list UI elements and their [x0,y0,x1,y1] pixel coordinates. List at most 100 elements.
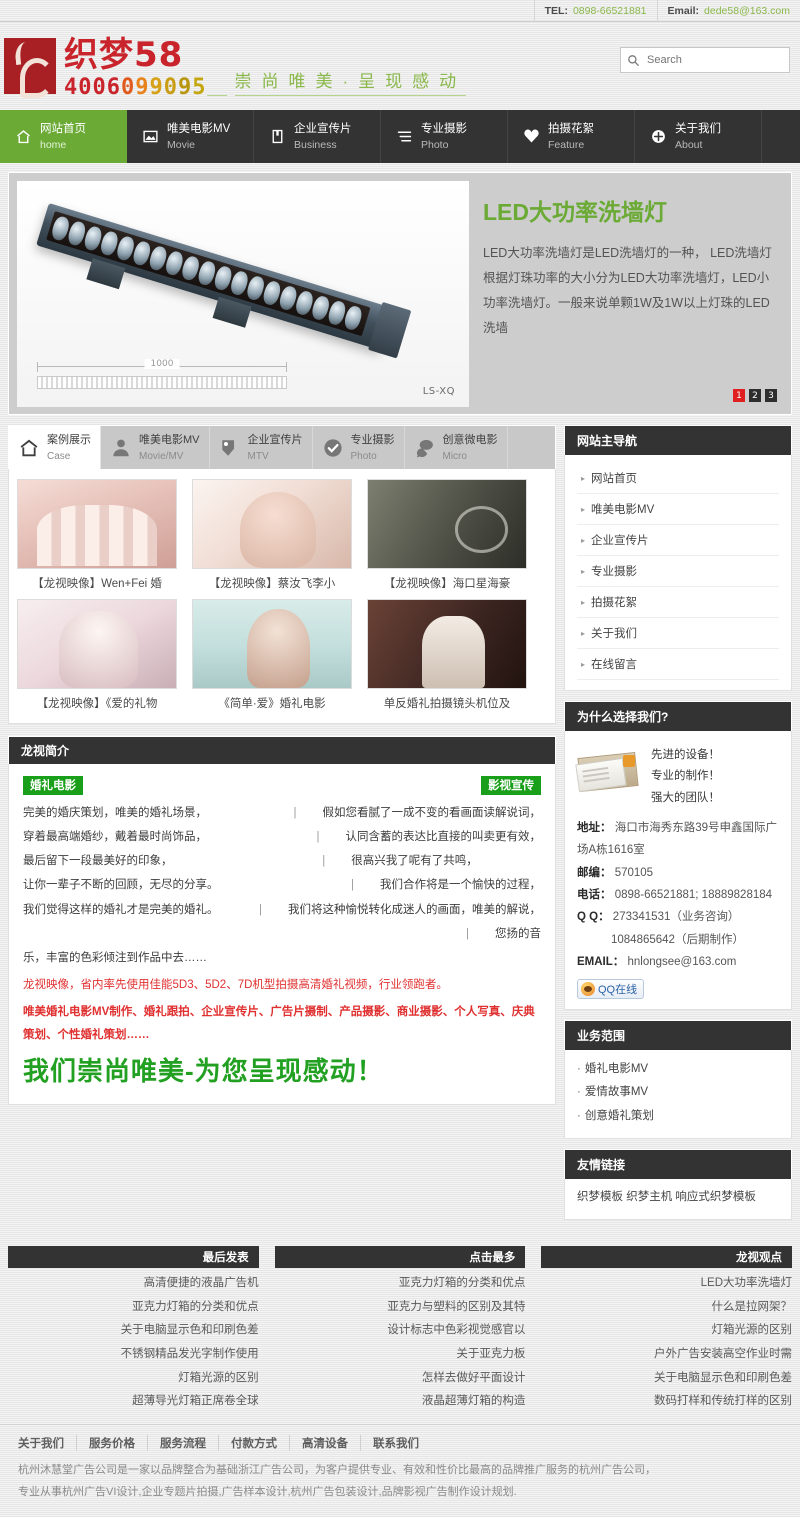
nav-item-label-en: Business [294,138,337,151]
footer-link[interactable]: 关于我们 [10,1434,77,1451]
business-scope-item[interactable]: 创意婚礼策划 [577,1105,779,1129]
gallery-card[interactable]: 单反婚礼拍摄镜头机位及 [367,599,527,711]
footer-link[interactable]: 服务价格 [77,1434,148,1451]
bottom-column-item[interactable]: 关于亚克力板 [275,1343,525,1367]
tab-label-en: Photo [350,450,377,462]
gallery-thumbnail[interactable] [17,479,177,569]
logo-phone-digit: 0 [78,74,93,100]
gallery-thumbnail[interactable] [192,479,352,569]
bottom-column-item[interactable]: 灯箱光源的区别 [8,1367,259,1391]
bottom-column-item[interactable]: 超薄导光灯箱正席卷全球 [8,1390,259,1414]
gallery-thumbnail[interactable] [17,599,177,689]
sidebar-nav-item[interactable]: ▸ 网站首页 [577,463,779,494]
qq-online-button[interactable]: QQ在线 [577,978,645,999]
contact-info-row: Q Q： 273341531（业务咨询） [577,906,779,928]
bottom-column-item[interactable]: 设计标志中色彩视觉感官以 [275,1319,525,1343]
gallery-card[interactable]: 【龙视映像】《爱的礼物 [17,599,177,711]
tab-label-cn: 案例展示 [47,433,91,446]
footer-link[interactable]: 联系我们 [361,1435,431,1451]
bottom-column-item[interactable]: 亚克力灯箱的分类和优点 [8,1296,259,1320]
contact-info-key: Q Q： [577,911,610,924]
bottom-column-item[interactable]: 怎样去做好平面设计 [275,1367,526,1391]
gallery-card[interactable]: 【龙视映像】蔡汝飞李小 [192,479,352,591]
search-input[interactable] [647,54,789,66]
intro-tail-line: 乐，丰富的色彩倾注到作品中去…… [23,951,207,964]
chevron-right-icon: ▸ [581,566,586,576]
bottom-column-item[interactable]: 亚克力与塑料的区别及其特 [275,1296,525,1320]
intro-left-line: 让你一辈子不断的回顾，无尽的分享。 [23,879,219,892]
gallery-card[interactable]: 【龙视映像】Wen+Fei 婚 [17,479,177,591]
nav-item-about[interactable]: 关于我们 About [635,110,762,163]
sidebar-nav-label: 在线留言 [591,659,638,671]
sidebar-why-title: 为什么选择我们? [564,701,792,731]
business-scope-item[interactable]: 婚礼电影MV [577,1058,779,1082]
bottom-column-item[interactable]: 灯箱光源的区别 [541,1319,793,1343]
friend-links-text[interactable]: 织梦模板 织梦主机 响应式织梦模板 [577,1187,779,1209]
bottom-column-item[interactable]: 液晶超薄灯箱的构造 [275,1390,526,1414]
nav-item-home[interactable]: 网站首页 home [0,110,127,163]
logo-mark-icon [4,38,56,99]
logo-phone-digit: 9 [149,74,164,100]
search-icon [627,54,640,67]
bottom-column-item[interactable]: 不锈钢精品发光字制作使用 [8,1343,259,1367]
sidebar-links-body: 织梦模板 织梦主机 响应式织梦模板 [564,1179,792,1221]
gallery-thumbnail[interactable] [192,599,352,689]
nav-item-photo[interactable]: 专业摄影 Photo [381,110,508,163]
dimension-strip [37,376,287,389]
intro-section-body: 婚礼电影 完美的婚庆策划，唯美的婚礼场景， 穿着最高端婚纱，戴着最时尚饰品， 最后留… [8,764,556,1105]
gallery-card[interactable]: 【龙视映像】海口星海豪 [367,479,527,591]
footer-link[interactable]: 付款方式 [219,1434,290,1451]
tab-labels: 企业宣传片 MTV [248,432,303,463]
business-scope-item[interactable]: 爱情故事MV [577,1081,779,1105]
bottom-column-item[interactable]: 高清便捷的液晶广告机 [8,1272,259,1296]
gallery-thumbnail[interactable] [367,599,527,689]
chevron-right-icon: ▸ [581,659,586,669]
tab-label-en: Movie/MV [139,450,184,462]
tab-photo[interactable]: 专业摄影 Photo [313,426,405,469]
tab-case[interactable]: 案例展示 Case [9,426,101,469]
gallery-thumbnail[interactable] [367,479,527,569]
intro-right-line: | 我们合作将是一个愉快的过程， [351,879,541,892]
sidebar-nav-item[interactable]: ▸ 拍摄花絮 [577,587,779,618]
pin-icon [219,437,241,459]
nav-item-movie[interactable]: 唯美电影MV Movie [127,110,254,163]
bottom-column-item[interactable]: 关于电脑显示色和印刷色差 [8,1319,259,1343]
bottom-column: 点击最多 亚克力灯箱的分类和优点 亚克力与塑料的区别及其特 设计标志中色彩视觉感官以关… [274,1246,526,1414]
bottom-column-item[interactable]: 户外广告安装高空作业时需 [541,1343,792,1367]
footer-link[interactable]: 服务流程 [148,1434,219,1451]
bottom-column-item[interactable]: LED大功率洗墙灯 [541,1272,792,1296]
top-tel-value: 0898-66521881 [572,4,647,17]
bottom-column-item[interactable]: 亚克力灯箱的分类和优点 [275,1272,526,1296]
banner-dot-3[interactable]: 3 [765,389,777,402]
nav-item-label-cn: 关于我们 [675,123,721,136]
footer-link[interactable]: 高清设备 [290,1434,361,1451]
nav-item-business[interactable]: 企业宣传片 Business [254,110,381,163]
tab-micro[interactable]: 创意微电影 Micro [405,426,508,469]
sidebar-nav-item[interactable]: ▸ 企业宣传片 [577,525,779,556]
nav-item-labels: 网站首页 home [40,121,86,152]
site-logo[interactable]: 织梦58 4006099095 [0,32,207,100]
case-gallery-grid: 【龙视映像】Wen+Fei 婚 【龙视映像】蔡汝飞李小 【龙视映像】海口星海豪【龙视… [17,479,547,711]
bottom-column-item[interactable]: 什么是拉网架？ [541,1296,793,1320]
sidebar-nav-label: 专业摄影 [591,566,638,578]
intro-right-line: | 很高兴我了呢有了共鸣， [322,855,478,868]
search-box[interactable] [620,47,790,73]
dimension-label: 1000 [144,359,180,369]
sidebar-links-title: 友情链接 [564,1149,792,1180]
banner-dot-1[interactable]: 1 [733,389,745,402]
bottom-column-item[interactable]: 数码打样和传统打样的区别 [541,1390,792,1414]
tab-movie-mv[interactable]: 唯美电影MV Movie/MV [101,426,210,469]
case-gallery-panel: 【龙视映像】Wen+Fei 婚 【龙视映像】蔡汝飞李小 【龙视映像】海口星海豪【龙视… [8,469,556,724]
banner-dot-2[interactable]: 2 [749,389,761,402]
sidebar-nav-item[interactable]: ▸ 专业摄影 [577,556,779,587]
tab-mtv[interactable]: 企业宣传片 MTV [210,426,313,469]
nav-item-feature[interactable]: 拍摄花絮 Feature [508,110,635,163]
sidebar-nav-item[interactable]: ▸ 唯美电影MV [577,494,779,525]
banner-pagination[interactable]: 123 [733,389,777,402]
tab-filler [508,426,556,469]
sidebar-nav-item[interactable]: ▸ 关于我们 [577,618,779,649]
sidebar-nav-item[interactable]: ▸ 在线留言 [577,649,779,680]
bottom-column-item[interactable]: 关于电脑显示色和印刷色差 [541,1367,792,1391]
sidebar-nav-body: ▸ 网站首页 ▸ 唯美电影MV ▸ 企业宣传片 ▸ 专业摄影 ▸ 拍摄花絮 ▸ 关于我们 ▸ 在线留言 [564,455,792,691]
gallery-card[interactable]: 《简单·爱》婚礼电影 [192,599,352,711]
